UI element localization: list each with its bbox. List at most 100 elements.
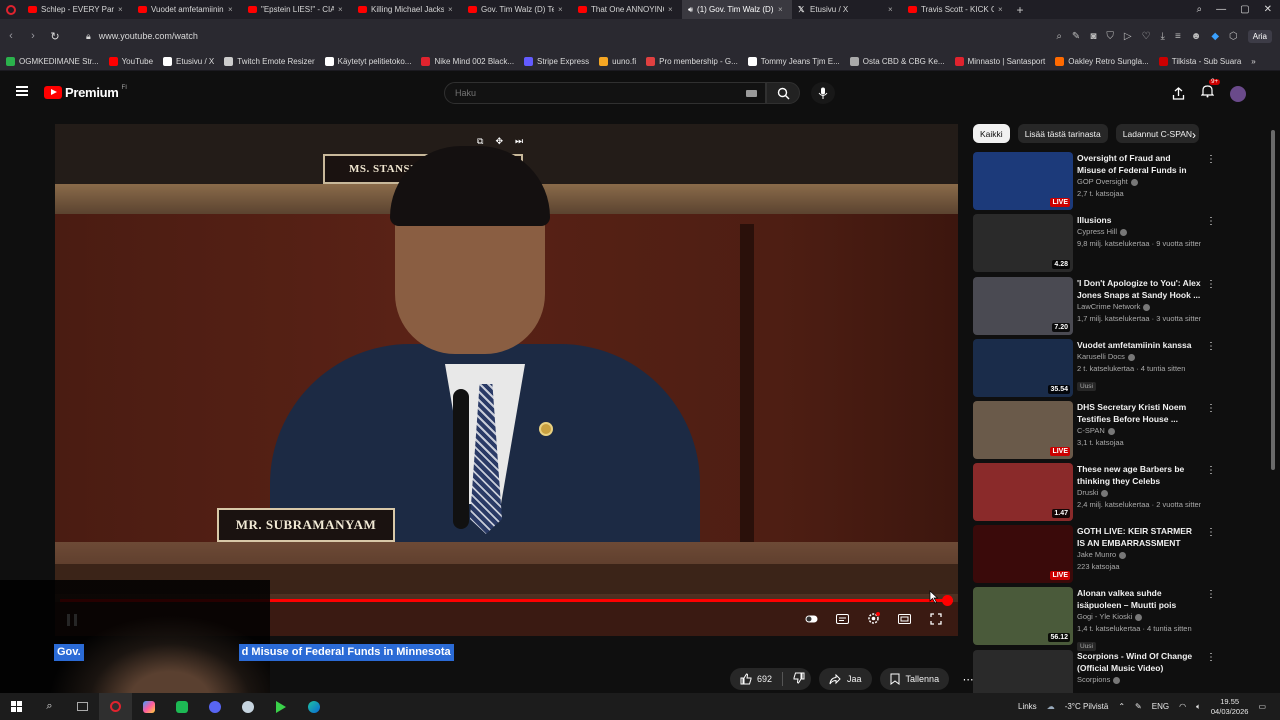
more-options-icon[interactable]: ⋮ bbox=[1206, 341, 1216, 352]
download-icon[interactable]: ⤓ bbox=[1161, 31, 1165, 42]
keyboard-icon[interactable] bbox=[746, 90, 757, 97]
tab-close-icon[interactable]: × bbox=[998, 5, 1006, 14]
dislike-button[interactable] bbox=[793, 672, 805, 686]
channel-name[interactable]: Jake Munro bbox=[1077, 549, 1116, 561]
recommendation-title[interactable]: 'I Don't Apologize to You': Alex Jones S… bbox=[1077, 277, 1201, 301]
voice-search-button[interactable] bbox=[811, 82, 835, 104]
subtitles-icon[interactable] bbox=[836, 612, 849, 625]
recommendation-title[interactable]: Alonan valkea suhde isäpuoleen – Muutti … bbox=[1077, 587, 1201, 611]
obs-play-icon[interactable] bbox=[264, 693, 297, 720]
bookmark-item[interactable]: Nike Mind 002 Black... bbox=[421, 57, 514, 66]
forward-icon[interactable]: › bbox=[22, 30, 44, 42]
steam-icon[interactable] bbox=[231, 693, 264, 720]
video-thumbnail[interactable]: 35.54 bbox=[973, 339, 1073, 397]
pen-icon[interactable]: ✎ bbox=[1135, 702, 1142, 711]
play-icon[interactable]: ▷ bbox=[1124, 31, 1132, 42]
search-icon[interactable]: ⌕ bbox=[1056, 31, 1062, 42]
more-options-icon[interactable]: ⋮ bbox=[1206, 154, 1216, 165]
discord-icon[interactable] bbox=[198, 693, 231, 720]
video-thumbnail[interactable]: LIVE bbox=[973, 152, 1073, 210]
filter-chip[interactable]: Ladannut C-SPAN bbox=[1115, 124, 1200, 143]
close-window-icon[interactable]: ✕ bbox=[1264, 4, 1272, 15]
bookmark-item[interactable]: Osta CBD & CBG Ke... bbox=[849, 57, 945, 66]
tab-close-icon[interactable]: × bbox=[668, 5, 676, 14]
video-thumbnail[interactable]: 56.12 bbox=[973, 587, 1073, 645]
hamburger-menu-icon[interactable] bbox=[16, 86, 28, 96]
opera-logo-icon[interactable] bbox=[0, 0, 22, 19]
channel-name[interactable]: Scorpions bbox=[1077, 674, 1110, 686]
youtube-premium-logo[interactable]: Premium FI bbox=[44, 85, 127, 100]
recommendation-item[interactable]: 4.28 Illusions Cypress Hill 9,8 milj. katse… bbox=[973, 214, 1216, 272]
bookmark-item[interactable]: Oakley Retro Sungla... bbox=[1055, 57, 1149, 66]
more-options-icon[interactable]: ⋮ bbox=[1206, 589, 1216, 600]
channel-name[interactable]: Gogi - Yle Kioski bbox=[1077, 611, 1132, 623]
browser-tab[interactable]: Travis Scott - KICK OUT - × bbox=[902, 0, 1012, 19]
tab-close-icon[interactable]: × bbox=[338, 5, 346, 14]
more-options-icon[interactable]: ⋮ bbox=[1206, 279, 1216, 290]
skip-icon[interactable]: ⏭ bbox=[515, 136, 523, 147]
profile-icon[interactable]: ☻ bbox=[1191, 31, 1202, 42]
tab-close-icon[interactable]: × bbox=[228, 5, 236, 14]
bookmark-item[interactable]: Pro membership - G... bbox=[646, 57, 738, 66]
browser-tab[interactable]: 𝕏 Etusivu / X × bbox=[792, 0, 902, 19]
notification-center-icon[interactable]: ▭ bbox=[1258, 702, 1266, 711]
url-text[interactable]: www.youtube.com/watch bbox=[99, 31, 198, 41]
settings-gear-icon[interactable] bbox=[867, 612, 880, 625]
filter-chip[interactable]: Lisää tästä tarinasta bbox=[1017, 124, 1108, 143]
move-icon[interactable]: ✥ bbox=[495, 136, 503, 147]
windows-start-icon[interactable] bbox=[0, 693, 33, 720]
recommendation-title[interactable]: Scorpions - Wind Of Change (Official Mus… bbox=[1077, 650, 1201, 674]
video-thumbnail[interactable]: 1.47 bbox=[973, 463, 1073, 521]
heart-icon[interactable]: ♡ bbox=[1142, 31, 1151, 42]
scrollbar-thumb[interactable] bbox=[1271, 130, 1275, 470]
miniplayer-icon[interactable]: ⧉ bbox=[477, 136, 483, 147]
tab-close-icon[interactable]: × bbox=[888, 5, 896, 14]
share-button[interactable]: Jaa bbox=[819, 668, 872, 690]
reload-icon[interactable]: ↻ bbox=[44, 30, 66, 43]
more-options-icon[interactable]: ⋮ bbox=[1206, 465, 1216, 476]
channel-name[interactable]: C-SPAN bbox=[1077, 425, 1105, 437]
recommendation-item[interactable]: LIVE Oversight of Fraud and Misuse of Fed… bbox=[973, 152, 1216, 210]
paint-app-icon[interactable] bbox=[132, 693, 165, 720]
avatar[interactable] bbox=[1230, 85, 1246, 102]
recommendation-title[interactable]: GOTH LIVE: KEIR STARMER IS AN EMBARRASSM… bbox=[1077, 525, 1201, 549]
task-view-icon[interactable] bbox=[66, 693, 99, 720]
recommendation-title[interactable]: Illusions bbox=[1077, 214, 1201, 226]
theater-mode-icon[interactable] bbox=[898, 612, 911, 625]
search-tabs-icon[interactable]: ⌕ bbox=[1197, 4, 1203, 15]
back-icon[interactable]: ‹ bbox=[0, 30, 22, 42]
box-icon[interactable]: ⬡ bbox=[1229, 31, 1238, 42]
more-options-icon[interactable]: ⋮ bbox=[1206, 652, 1216, 663]
save-button[interactable]: Tallenna bbox=[879, 668, 950, 690]
bookmark-item[interactable]: OGMKEDIMANE Str... bbox=[6, 57, 99, 66]
browser-tab[interactable]: Gov. Tim Walz (D) Testifie × bbox=[462, 0, 572, 19]
filter-chip[interactable]: Kaikki bbox=[973, 124, 1010, 143]
browser-tab[interactable]: That One ANNOYING Dru × bbox=[572, 0, 682, 19]
bookmark-item[interactable]: Tommy Jeans Tjm E... bbox=[747, 57, 840, 66]
volume-icon[interactable]: 🔈︎ bbox=[1196, 702, 1201, 712]
video-player[interactable]: MS. STANSB MR. SUBRAMANYAM ⧉ ✥ ⏭ bbox=[55, 124, 958, 636]
edit-icon[interactable]: ✎ bbox=[1072, 31, 1080, 42]
recommendation-title[interactable]: DHS Secretary Kristi Noem Testifies Befo… bbox=[1077, 401, 1201, 425]
bookmark-item[interactable]: Käytetyt pelitietoko... bbox=[324, 57, 411, 66]
recommendation-item[interactable]: LIVE DHS Secretary Kristi Noem Testifies … bbox=[973, 401, 1216, 459]
spotify-icon[interactable] bbox=[165, 693, 198, 720]
browser-tab[interactable]: Vuodet amfetamiinin kan × bbox=[132, 0, 242, 19]
channel-name[interactable]: Karuselli Docs bbox=[1077, 351, 1125, 363]
fullscreen-icon[interactable] bbox=[929, 612, 942, 625]
channel-name[interactable]: Druski bbox=[1077, 487, 1098, 499]
page-scrollbar[interactable] bbox=[1270, 116, 1276, 686]
bookmark-item[interactable]: YouTube bbox=[108, 57, 153, 66]
recommendation-title[interactable]: These new age Barbers be thinking they C… bbox=[1077, 463, 1201, 487]
bookmark-item[interactable]: Etusivu / X bbox=[163, 57, 214, 66]
wifi-icon[interactable]: ◠ bbox=[1179, 702, 1186, 711]
weather-cloud-icon[interactable]: ☁ bbox=[1047, 702, 1055, 711]
menu-list-icon[interactable]: ≡ bbox=[1175, 31, 1181, 42]
browser-tab[interactable]: Killing Michael Jackson: Th × bbox=[352, 0, 462, 19]
tray-chevron-up-icon[interactable]: ⌃ bbox=[1118, 702, 1125, 711]
weather-text[interactable]: -3°C Pilvistä bbox=[1065, 702, 1109, 711]
search-box[interactable] bbox=[444, 82, 766, 104]
recommendation-title[interactable]: Oversight of Fraud and Misuse of Federal… bbox=[1077, 152, 1201, 176]
recommendation-item[interactable]: 56.12 Alonan valkea suhde isäpuoleen – Mu… bbox=[973, 587, 1216, 651]
upload-icon[interactable] bbox=[1172, 87, 1185, 100]
